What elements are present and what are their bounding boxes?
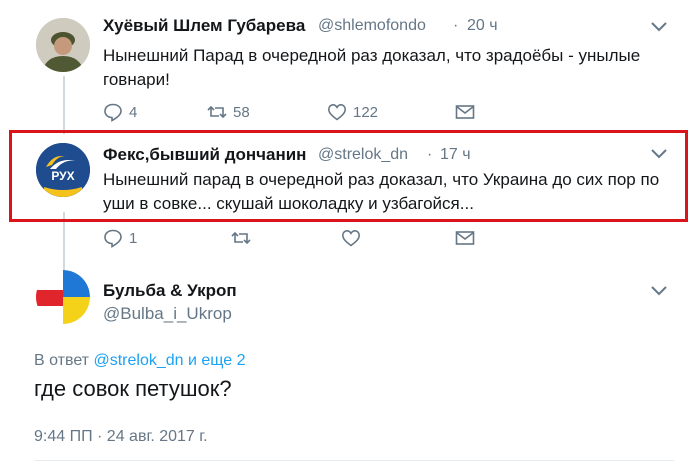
message-icon [455, 231, 475, 245]
message-button[interactable] [455, 101, 481, 123]
tweet-1[interactable]: Хуёвый Шлем Губарева @shlemofondo · 20 ч… [0, 0, 700, 130]
separator-dot: · [453, 17, 459, 34]
reply-to-link[interactable]: @strelok_dn [93, 352, 183, 369]
handle[interactable]: @strelok_dn [318, 146, 408, 164]
retweet-icon [231, 231, 251, 245]
separator-dot: · [427, 146, 433, 163]
timestamp[interactable]: 20 ч [467, 17, 498, 35]
reply-button[interactable]: 1 [103, 227, 137, 249]
main-tweet-text: где совок петушок? [34, 376, 232, 401]
retweet-icon [207, 105, 227, 119]
tweet-2[interactable]: РУХ Фекс,бывший дончанин @strelok_dn · 1… [0, 130, 700, 250]
avatar[interactable] [36, 18, 90, 72]
reply-icon [104, 229, 122, 248]
tweet-timestamp[interactable]: 9:44 ПП · 24 авг. 2017 г. [34, 428, 208, 446]
display-name[interactable]: Фекс,бывший дончанин [103, 145, 306, 165]
retweet-button[interactable]: 58 [207, 101, 250, 123]
reply-count: 4 [129, 103, 138, 121]
message-button[interactable] [455, 227, 481, 249]
tweet-text: Нынешний Парад в очередной раз доказал, … [103, 46, 641, 89]
tweet-actions: 1 [103, 227, 483, 249]
like-button[interactable] [341, 227, 367, 249]
handle[interactable]: @Bulba_i_Ukrop [103, 304, 232, 324]
main-tweet[interactable]: Бульба & Укроп @Bulba_i_Ukrop В ответ @s… [0, 262, 700, 465]
chevron-down-icon[interactable] [650, 147, 668, 161]
like-count: 122 [353, 103, 379, 121]
retweet-count: 58 [233, 103, 250, 121]
reply-others-link[interactable]: и еще 2 [188, 352, 246, 369]
like-button[interactable]: 122 [327, 101, 378, 123]
avatar-label: РУХ [51, 169, 75, 183]
timestamp[interactable]: 17 ч [440, 146, 471, 164]
chevron-down-icon[interactable] [650, 284, 668, 298]
handle[interactable]: @shlemofondo [318, 17, 426, 35]
divider [34, 460, 674, 461]
reply-prefix: В ответ [34, 352, 90, 369]
reply-count: 1 [129, 229, 138, 247]
like-icon [341, 229, 361, 247]
display-name[interactable]: Хуёвый Шлем Губарева [103, 16, 305, 36]
reply-button[interactable]: 4 [103, 101, 137, 123]
reply-context: В ответ @strelok_dn и еще 2 [34, 352, 246, 370]
reply-icon [104, 103, 122, 122]
display-name[interactable]: Бульба & Укроп [103, 281, 237, 301]
chevron-down-icon[interactable] [650, 20, 668, 34]
tweet-text: Нынешний парад в очередной раз доказал, … [103, 170, 660, 213]
tweet-actions: 4 58 122 [103, 101, 483, 123]
retweet-button[interactable] [231, 227, 257, 249]
avatar[interactable] [36, 270, 90, 324]
like-icon [327, 103, 347, 121]
avatar[interactable]: РУХ [36, 143, 90, 197]
message-icon [455, 105, 475, 119]
